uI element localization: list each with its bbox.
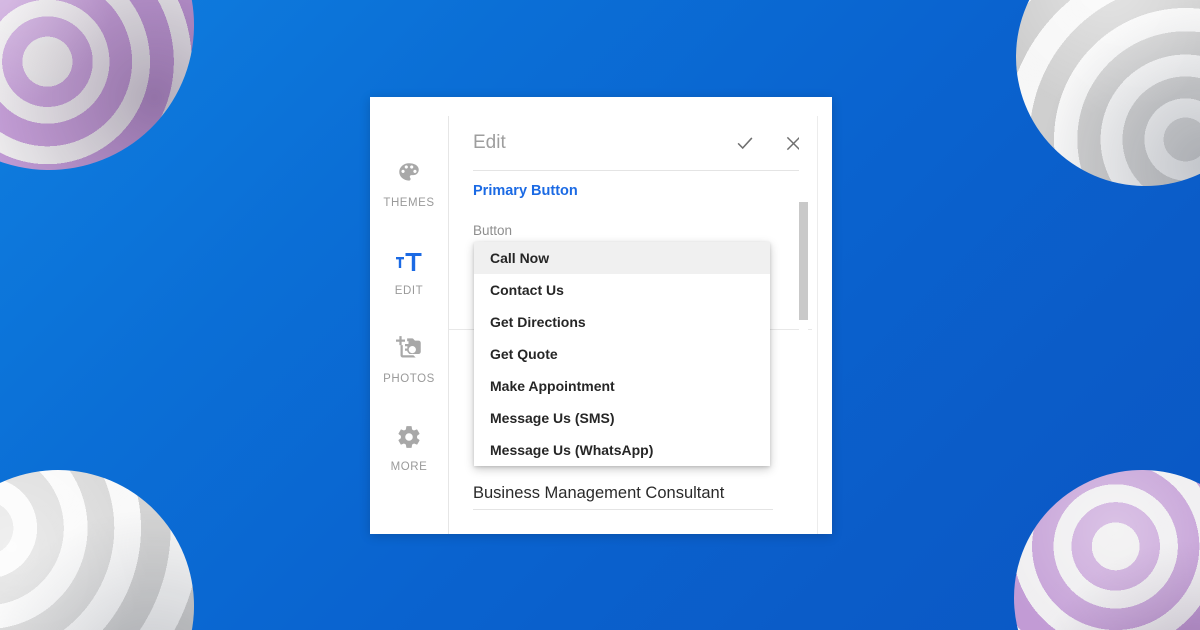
sphere-bottom-left-decoration	[0, 452, 212, 630]
window-top-bar	[370, 97, 832, 116]
business-name-underline	[473, 509, 773, 510]
sidebar-item-photos[interactable]: PHOTOS	[370, 315, 448, 403]
panel-header: Edit	[473, 116, 808, 170]
sidebar-item-label: THEMES	[383, 196, 435, 209]
business-name-field[interactable]: Business Management Consultant	[473, 484, 724, 503]
menu-item[interactable]: Make Appointment	[474, 370, 770, 402]
sphere-rings	[0, 0, 229, 205]
button-field-label: Button	[473, 223, 513, 238]
sidebar-item-label: EDIT	[394, 284, 424, 297]
sidebar-item-label: PHOTOS	[383, 372, 435, 385]
page-title: Edit	[473, 132, 506, 153]
sphere-rings	[991, 0, 1200, 211]
menu-item[interactable]: Message Us (SMS)	[474, 402, 770, 434]
add-photo-icon	[395, 334, 423, 364]
screenshot-canvas: THEMES EDIT PHOTOS MORE Edit Primary But…	[0, 0, 1200, 630]
button-type-dropdown-menu[interactable]: Call Now Contact Us Get Directions Get Q…	[474, 242, 770, 466]
primary-button-value: Primary Button	[473, 183, 578, 199]
sphere-rings	[980, 436, 1200, 630]
sphere-bottom-right-decoration	[980, 436, 1200, 630]
sidebar-item-label: MORE	[390, 460, 428, 473]
sphere-rings	[0, 452, 212, 630]
menu-item[interactable]: Get Quote	[474, 338, 770, 370]
check-icon[interactable]	[730, 128, 760, 158]
sidebar-item-themes[interactable]: THEMES	[370, 139, 448, 227]
edit-panel-inner: Edit Primary Button Button	[449, 116, 832, 238]
sidebar-nav: THEMES EDIT PHOTOS MORE	[370, 116, 449, 534]
sidebar-item-edit[interactable]: EDIT	[370, 227, 448, 315]
sphere-top-left-decoration	[0, 0, 229, 205]
menu-item[interactable]: Message Us (WhatsApp)	[474, 434, 770, 466]
gear-icon	[396, 422, 422, 452]
sidebar-item-more[interactable]: MORE	[370, 403, 448, 491]
menu-item[interactable]: Get Directions	[474, 306, 770, 338]
scrollbar-thumb[interactable]	[799, 202, 808, 320]
menu-item[interactable]: Call Now	[474, 242, 770, 274]
sphere-top-right-decoration	[991, 0, 1200, 211]
scrollbar-track[interactable]	[799, 116, 808, 534]
menu-item[interactable]: Contact Us	[474, 274, 770, 306]
palette-icon	[396, 158, 422, 188]
primary-button-field[interactable]: Primary Button	[473, 170, 808, 199]
format-size-icon	[395, 246, 423, 276]
